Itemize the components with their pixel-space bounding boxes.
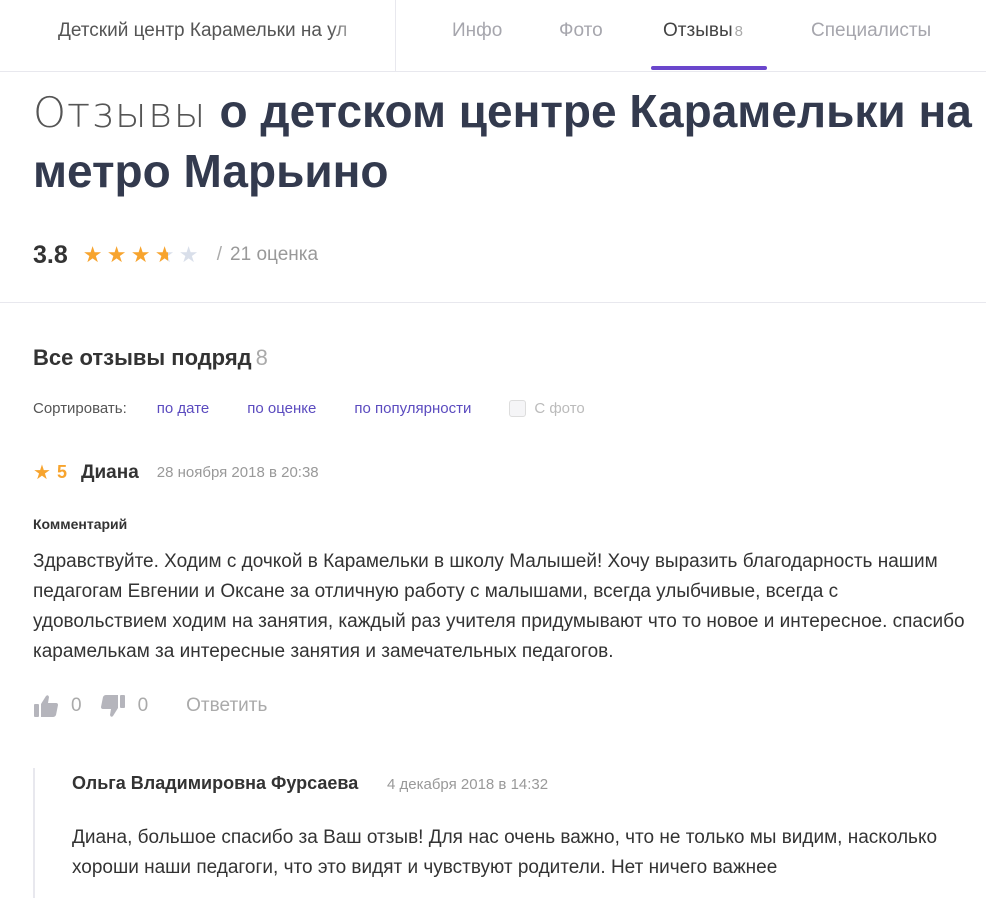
star-icon: ★ (82, 242, 103, 267)
review-date: 28 ноября 2018 в 20:38 (156, 464, 319, 481)
active-tab-indicator (651, 66, 767, 70)
page-title-light: Отзывы (33, 88, 207, 137)
tab-photo[interactable]: Фото (559, 20, 603, 42)
tab-info[interactable]: Инфо (452, 20, 502, 42)
rating-separator: / (216, 244, 223, 265)
reply-text: Диана, большое спасибо за Ваш отзыв! Для… (72, 827, 938, 878)
tab-count: 8 (734, 23, 743, 40)
dislikes-count: 0 (137, 695, 149, 716)
sort-by-date[interactable]: по дате (157, 400, 209, 417)
review-author: Диана (80, 461, 139, 483)
sort-by-rating[interactable]: по оценке (247, 400, 316, 417)
top-bar: Детский центр Карамельки на ул Инфо Фото… (0, 0, 986, 72)
rating-summary: 3.8 ★ ★ ★ ★ ★ / 21 оценка (33, 238, 318, 272)
reviews-section-label: Все отзывы подряд (33, 345, 252, 370)
divider (395, 0, 396, 71)
tab-label: Отзывы (663, 20, 733, 41)
review-header: ★ 5 Диана 28 ноября 2018 в 20:38 (33, 460, 319, 485)
reviews-section-title: Все отзывы подряд 8 (33, 345, 268, 371)
review-text: Здравствуйте. Ходим с дочкой в Карамельк… (33, 551, 965, 662)
reply-author: Ольга Владимировна Фурсаева (72, 773, 359, 793)
section-divider (0, 302, 986, 303)
review-actions: 0 0 Ответить (33, 694, 267, 718)
rating-stars: ★ ★ ★ ★ ★ (83, 244, 203, 266)
likes-count: 0 (71, 695, 82, 716)
tab-label: Инфо (452, 20, 503, 41)
thumbs-up-icon[interactable] (33, 694, 59, 718)
star-empty-icon: ★ (178, 242, 199, 267)
sort-bar: Сортировать: по дате по оценке по популя… (33, 400, 585, 417)
reply-button[interactable]: Ответить (186, 695, 267, 717)
reply-date: 4 декабря 2018 в 14:32 (387, 776, 549, 793)
page-title: Отзывы о детском центре Карамельки на ме… (33, 82, 973, 201)
tab-label: Фото (559, 20, 603, 41)
photo-filter-checkbox[interactable] (509, 400, 527, 417)
thumbs-down-icon[interactable] (100, 694, 126, 718)
reviews-count: 8 (255, 345, 268, 370)
star-icon: ★ (130, 242, 151, 267)
star-icon: ★ (33, 462, 51, 484)
rating-value: 3.8 (33, 240, 68, 269)
review-score: 5 (56, 462, 67, 482)
sort-by-popularity[interactable]: по популярности (354, 400, 471, 417)
photo-filter-label: С фото (534, 400, 585, 417)
sort-label: Сортировать: (33, 400, 127, 417)
tab-label: Специалисты (811, 20, 932, 41)
photo-filter[interactable]: С фото (509, 400, 585, 417)
tab-specialists[interactable]: Специалисты (811, 20, 931, 42)
rating-count[interactable]: 21 оценка (230, 244, 318, 266)
org-name[interactable]: Детский центр Карамельки на ул (58, 20, 368, 42)
star-icon: ★ (106, 242, 127, 267)
star-half-icon: ★ (155, 244, 179, 266)
review-reply: Ольга Владимировна Фурсаева 4 декабря 20… (33, 768, 986, 898)
review-comment-label: Комментарий (33, 516, 128, 532)
tab-reviews[interactable]: Отзывы 8 (663, 20, 743, 42)
